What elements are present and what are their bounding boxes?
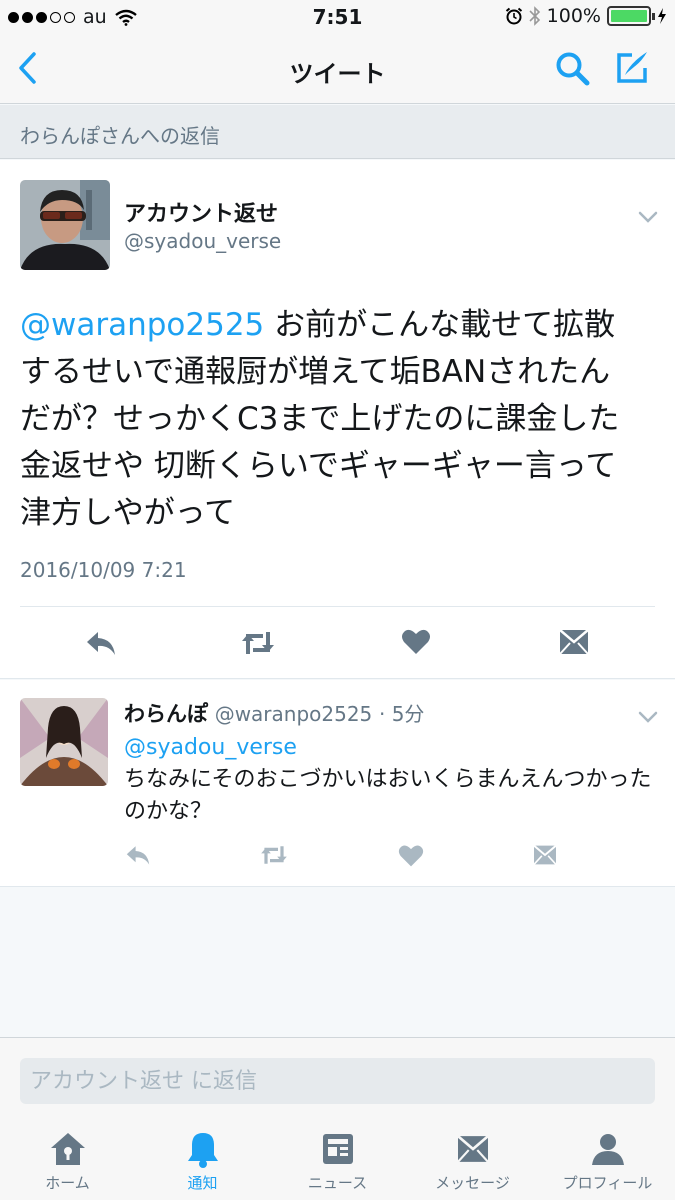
tab-label: ニュース	[307, 1174, 368, 1192]
status-bar: au 7:51 100%	[0, 0, 675, 34]
battery-icon	[607, 6, 655, 26]
search-icon	[556, 52, 590, 86]
reply-time: · 5分	[378, 702, 425, 726]
tweet-text: @waranpo2525 お前がこんな載せて拡散するせいで通報厨が増えて垢BAN…	[20, 302, 640, 537]
main-tweet: アカウント返せ @syadou_verse @waranpo2525 お前がこん…	[0, 160, 675, 679]
battery-percent: 100%	[546, 5, 601, 27]
alarm-icon	[505, 7, 522, 25]
divider	[20, 606, 655, 607]
retweet-icon	[242, 632, 274, 654]
bluetooth-icon	[529, 6, 540, 26]
news-icon	[322, 1134, 353, 1164]
dm-button[interactable]	[558, 628, 590, 660]
reply-context-text: わらんぽさんへの返信	[20, 124, 220, 148]
reply-compose-bar	[0, 1037, 675, 1120]
reply-author-name[interactable]: わらんぽ	[124, 702, 208, 726]
envelope-icon	[559, 629, 589, 655]
reply-like-button[interactable]	[398, 843, 424, 873]
mention-link[interactable]: @waranpo2525	[20, 307, 264, 343]
nav-bar: ツイート	[0, 34, 675, 104]
bell-icon	[187, 1133, 218, 1168]
tab-label: 通知	[187, 1174, 218, 1192]
reply-author-handle[interactable]: @waranpo2525	[215, 702, 373, 726]
reply-dm-button[interactable]	[532, 844, 558, 870]
charging-icon	[658, 8, 666, 24]
envelope-icon	[456, 1135, 489, 1163]
reply-context-header: わらんぽさんへの返信	[0, 105, 675, 159]
reply-button[interactable]	[84, 628, 118, 662]
reply-tweet: わらんぽ @waranpo2525 · 5分 @syadou_verse ちなみに…	[0, 680, 675, 887]
reply-text: @syadou_verse ちなみにそのおこづかいはおいくらまんえんつかったのかな…	[124, 732, 654, 828]
tab-label: プロフィール	[562, 1174, 653, 1192]
tab-label: メッセージ	[435, 1174, 510, 1192]
retweet-button[interactable]	[239, 628, 277, 662]
chevron-down-icon	[638, 711, 658, 723]
tweet-menu-button[interactable]	[638, 208, 658, 227]
reply-header-line: わらんぽ @waranpo2525 · 5分	[124, 698, 424, 728]
compose-icon	[617, 52, 647, 83]
home-icon	[50, 1133, 85, 1165]
tab-profile[interactable]: プロフィール	[540, 1130, 675, 1193]
retweet-icon	[261, 846, 287, 864]
reply-author-avatar[interactable]	[20, 698, 108, 786]
heart-icon	[398, 845, 424, 867]
reply-input[interactable]	[20, 1058, 655, 1104]
compose-tweet-button[interactable]	[612, 48, 652, 92]
tab-news[interactable]: ニュース	[270, 1130, 405, 1193]
reply-body: ちなみにそのおこづかいはおいくらまんえんつかったのかな？	[124, 767, 652, 824]
reply-icon	[87, 632, 115, 655]
like-button[interactable]	[401, 627, 431, 661]
person-icon	[591, 1134, 624, 1165]
reply-retweet-button[interactable]	[258, 843, 290, 871]
chevron-down-icon	[638, 211, 658, 223]
tweet-actions	[0, 626, 675, 666]
search-button[interactable]	[554, 50, 592, 92]
mention-link[interactable]: @syadou_verse	[124, 735, 297, 760]
tab-label: ホーム	[45, 1174, 90, 1192]
envelope-icon	[533, 844, 557, 865]
reply-icon	[126, 846, 150, 865]
author-avatar[interactable]	[20, 180, 110, 270]
author-name[interactable]: アカウント返せ	[124, 196, 278, 228]
tweet-timestamp: 2016/10/09 7:21	[20, 558, 187, 582]
heart-icon	[402, 629, 430, 654]
tab-notifications[interactable]: 通知	[135, 1130, 270, 1193]
tab-home[interactable]: ホーム	[0, 1130, 135, 1193]
reply-menu-button[interactable]	[638, 708, 658, 727]
author-handle[interactable]: @syadou_verse	[124, 229, 281, 253]
tab-bar: ホーム 通知 ニュース メッセージ プロフィール	[0, 1120, 675, 1200]
reply-reply-button[interactable]	[124, 843, 152, 871]
status-right: 100%	[505, 5, 667, 27]
tab-messages[interactable]: メッセージ	[405, 1130, 540, 1193]
